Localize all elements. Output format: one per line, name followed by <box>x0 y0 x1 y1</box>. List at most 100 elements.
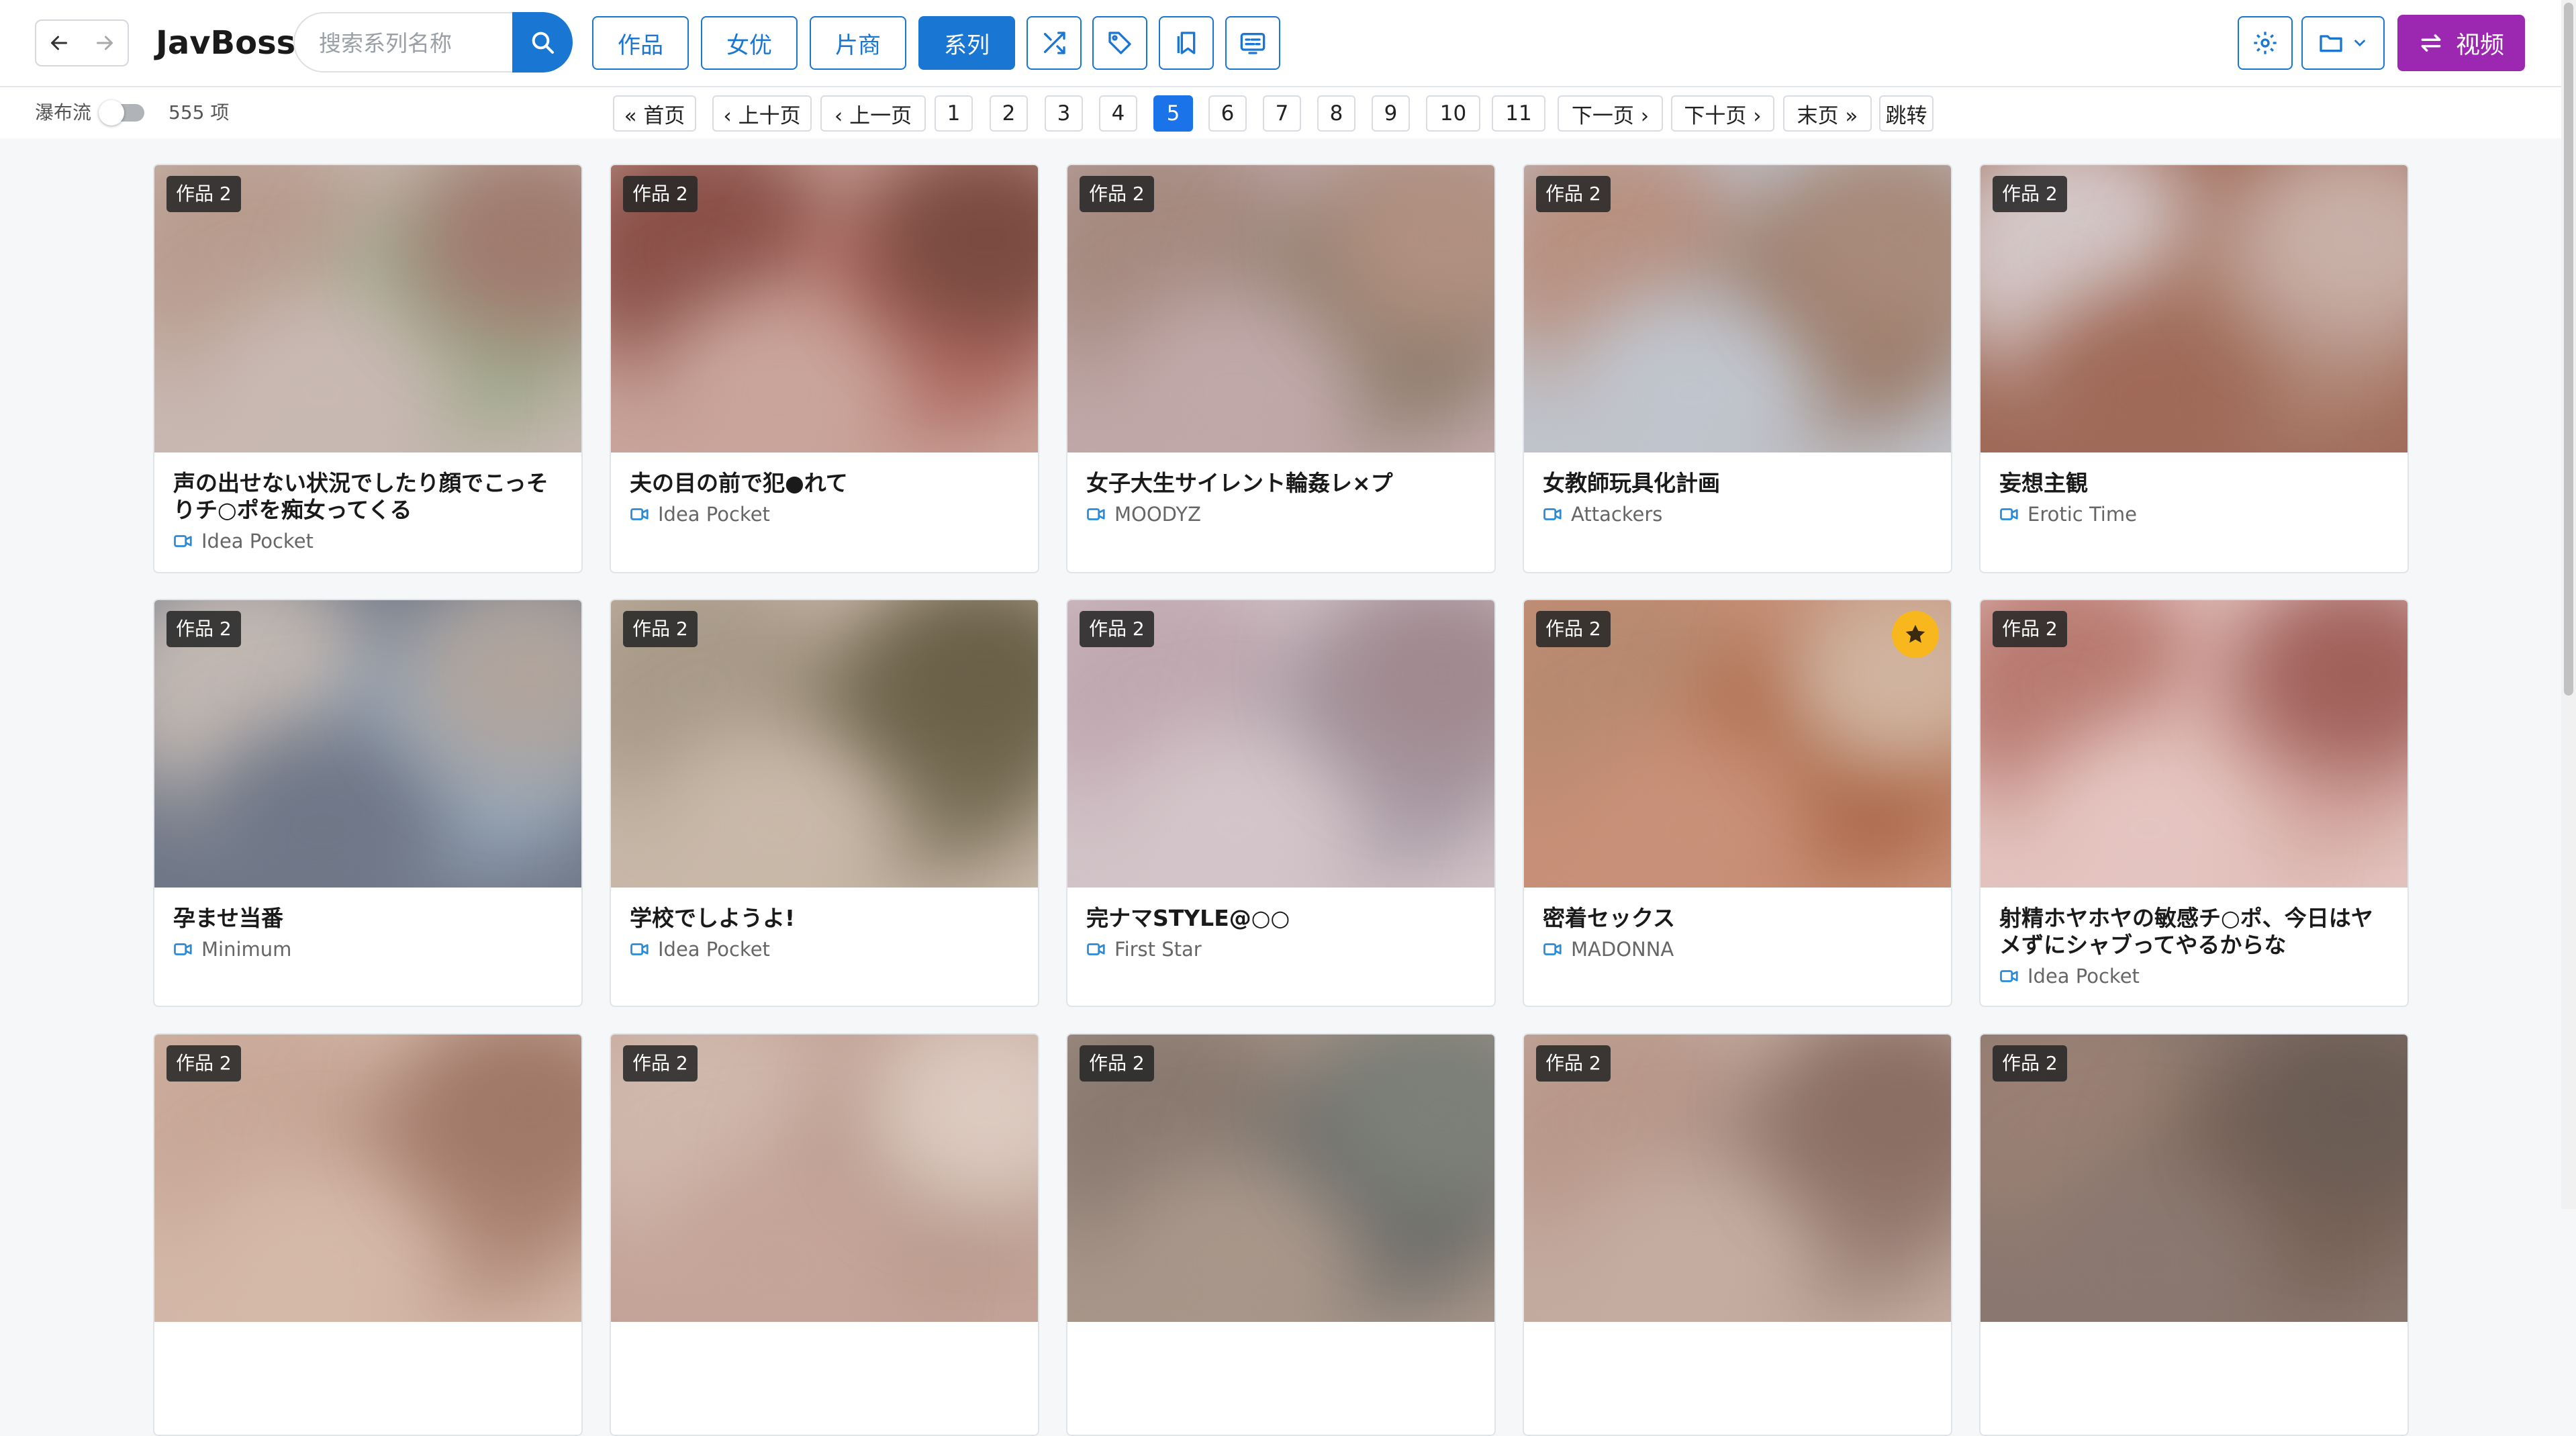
search-button[interactable] <box>512 12 573 73</box>
forward-button[interactable] <box>82 21 128 65</box>
studio-link[interactable]: Idea Pocket <box>173 529 564 553</box>
studio-link[interactable]: Idea Pocket <box>1999 964 2390 988</box>
series-card[interactable]: 作品 2 女子大生サイレント輪姦レ×プ MOODYZ <box>1066 164 1496 573</box>
series-title[interactable]: 完ナマSTYLE@○○ <box>1086 905 1477 932</box>
series-title[interactable]: 射精ホヤホヤの敏感チ○ポ、今日はヤメずにシャブってやるからな <box>1999 905 2390 959</box>
card-info: 密着セックス MADONNA <box>1543 905 1934 961</box>
series-title[interactable]: 妄想主観 <box>1999 470 2390 497</box>
search-input[interactable] <box>318 13 535 73</box>
series-title[interactable]: 女教師玩具化計画 <box>1543 470 1934 497</box>
studio-link[interactable]: Idea Pocket <box>630 937 1020 961</box>
card-info: 女教師玩具化計画 Attackers <box>1543 470 1934 526</box>
page-button[interactable]: ‹ 上十页 <box>712 95 812 132</box>
page-button[interactable]: 4 <box>1099 95 1137 132</box>
page-button[interactable]: 10 <box>1426 95 1480 132</box>
page-button[interactable]: 7 <box>1263 95 1301 132</box>
page-button[interactable]: 6 <box>1208 95 1247 132</box>
card-info: 女子大生サイレント輪姦レ×プ MOODYZ <box>1086 470 1477 526</box>
card-info: 妄想主観 Erotic Time <box>1999 470 2390 526</box>
video-camera-icon <box>630 943 649 955</box>
subtitles-button[interactable] <box>1225 16 1280 70</box>
studio-link[interactable]: Idea Pocket <box>630 502 1020 526</box>
work-count-badge: 作品 2 <box>1080 611 1154 647</box>
video-camera-icon <box>1543 943 1562 955</box>
video-button-label: 视频 <box>2455 32 2504 59</box>
studio-name: MADONNA <box>1571 938 1674 961</box>
work-count-badge: 作品 2 <box>623 1045 698 1082</box>
series-card[interactable]: 作品 2 <box>153 1033 583 1436</box>
folder-icon <box>2320 35 2342 52</box>
app-brand[interactable]: JavBoss <box>156 23 295 63</box>
back-button[interactable] <box>36 21 82 65</box>
series-title[interactable]: 女子大生サイレント輪姦レ×プ <box>1086 470 1477 497</box>
studio-name: Erotic Time <box>2028 503 2137 526</box>
folder-dropdown[interactable] <box>2301 16 2385 70</box>
video-camera-icon <box>2000 970 2018 982</box>
series-title[interactable]: 夫の目の前で犯●れて <box>630 470 1020 497</box>
gear-icon <box>2254 32 2277 54</box>
video-camera-icon <box>2000 508 2018 520</box>
tags-button[interactable] <box>1092 16 1147 70</box>
series-card[interactable]: 作品 2 夫の目の前で犯●れて Idea Pocket <box>610 164 1039 573</box>
studio-name: MOODYZ <box>1114 503 1201 526</box>
settings-button[interactable] <box>2238 16 2293 70</box>
studio-link[interactable]: MADONNA <box>1543 937 1934 961</box>
series-title[interactable]: 声の出せない状況でしたり顔でこっそりチ○ポを痴女ってくる <box>173 470 564 524</box>
favorite-button[interactable] <box>1892 611 1939 658</box>
page-button[interactable]: 5 <box>1153 95 1193 132</box>
series-card[interactable]: 作品 2 孕ませ当番 Minimum <box>153 599 583 1007</box>
studio-link[interactable]: First Star <box>1086 937 1477 961</box>
series-title[interactable]: 密着セックス <box>1543 905 1934 932</box>
studio-link[interactable]: Erotic Time <box>1999 502 2390 526</box>
waterfall-toggle[interactable] <box>99 100 144 126</box>
studio-link[interactable]: MOODYZ <box>1086 502 1477 526</box>
work-count-badge: 作品 2 <box>1536 611 1611 647</box>
studio-link[interactable]: Minimum <box>173 937 564 961</box>
page-button[interactable]: ‹ 上一页 <box>820 95 926 132</box>
bookmarks-button[interactable] <box>1159 16 1214 70</box>
series-card[interactable]: 作品 2 声の出せない状況でしたり顔でこっそりチ○ポを痴女ってくる Idea Poc… <box>153 164 583 573</box>
tab-actresses[interactable]: 女优 <box>701 16 798 70</box>
page-button[interactable]: 8 <box>1317 95 1355 132</box>
series-card[interactable]: 作品 2 密着セックス MADONNA <box>1523 599 1952 1007</box>
video-camera-icon <box>1087 508 1105 520</box>
page-button[interactable]: 末页 » <box>1783 95 1872 132</box>
card-info: 射精ホヤホヤの敏感チ○ポ、今日はヤメずにシャブってやるからな Idea Pocke… <box>1999 905 2390 988</box>
studio-name: Minimum <box>201 938 292 961</box>
series-card[interactable]: 作品 2 学校でしようよ! Idea Pocket <box>610 599 1039 1007</box>
series-card[interactable]: 作品 2 射精ホヤホヤの敏感チ○ポ、今日はヤメずにシャブってやるからな Idea P… <box>1979 599 2409 1007</box>
tab-works[interactable]: 作品 <box>592 16 689 70</box>
page-button[interactable]: 下十页 › <box>1671 95 1774 132</box>
shuffle-button[interactable] <box>1027 16 1082 70</box>
page-button[interactable]: 9 <box>1372 95 1410 132</box>
search-icon <box>532 32 554 54</box>
page-button[interactable]: 3 <box>1045 95 1083 132</box>
page-button[interactable]: « 首页 <box>613 95 696 132</box>
studio-link[interactable]: Attackers <box>1543 502 1934 526</box>
series-title[interactable]: 学校でしようよ! <box>630 905 1020 932</box>
page-button[interactable]: 1 <box>935 95 973 132</box>
series-card[interactable]: 作品 2 <box>1979 1033 2409 1436</box>
series-card[interactable]: 作品 2 <box>1523 1033 1952 1436</box>
scrollbar-thumb[interactable] <box>2564 3 2573 696</box>
page-button[interactable]: 2 <box>990 95 1028 132</box>
work-count-badge: 作品 2 <box>1080 1045 1154 1082</box>
page-button[interactable]: 跳转 <box>1879 95 1934 132</box>
series-card[interactable]: 作品 2 妄想主観 Erotic Time <box>1979 164 2409 573</box>
tab-series[interactable]: 系列 <box>918 16 1015 70</box>
series-title[interactable]: 孕ませ当番 <box>173 905 564 932</box>
page-button[interactable]: 11 <box>1492 95 1545 132</box>
bookmarks-icon <box>1177 32 1196 54</box>
series-card[interactable]: 作品 2 完ナマSTYLE@○○ First Star <box>1066 599 1496 1007</box>
item-count: 555 项 <box>169 101 230 124</box>
list-toolbar: 瀑布流 555 项 « 首页 ‹ 上十页 ‹ 上一页 1 2 3 4 5 6 7 8 9 10 11 下一页… <box>0 87 2561 138</box>
series-card[interactable]: 作品 2 <box>1066 1033 1496 1436</box>
series-card[interactable]: 作品 2 女教師玩具化計画 Attackers <box>1523 164 1952 573</box>
page-button[interactable]: 下一页 › <box>1558 95 1663 132</box>
series-card[interactable]: 作品 2 <box>610 1033 1039 1436</box>
work-count-badge: 作品 2 <box>166 176 241 212</box>
waterfall-label: 瀑布流 <box>35 101 92 124</box>
work-count-badge: 作品 2 <box>1080 176 1154 212</box>
tab-studios[interactable]: 片商 <box>810 16 906 70</box>
switch-video-button[interactable]: 视频 <box>2397 15 2525 71</box>
